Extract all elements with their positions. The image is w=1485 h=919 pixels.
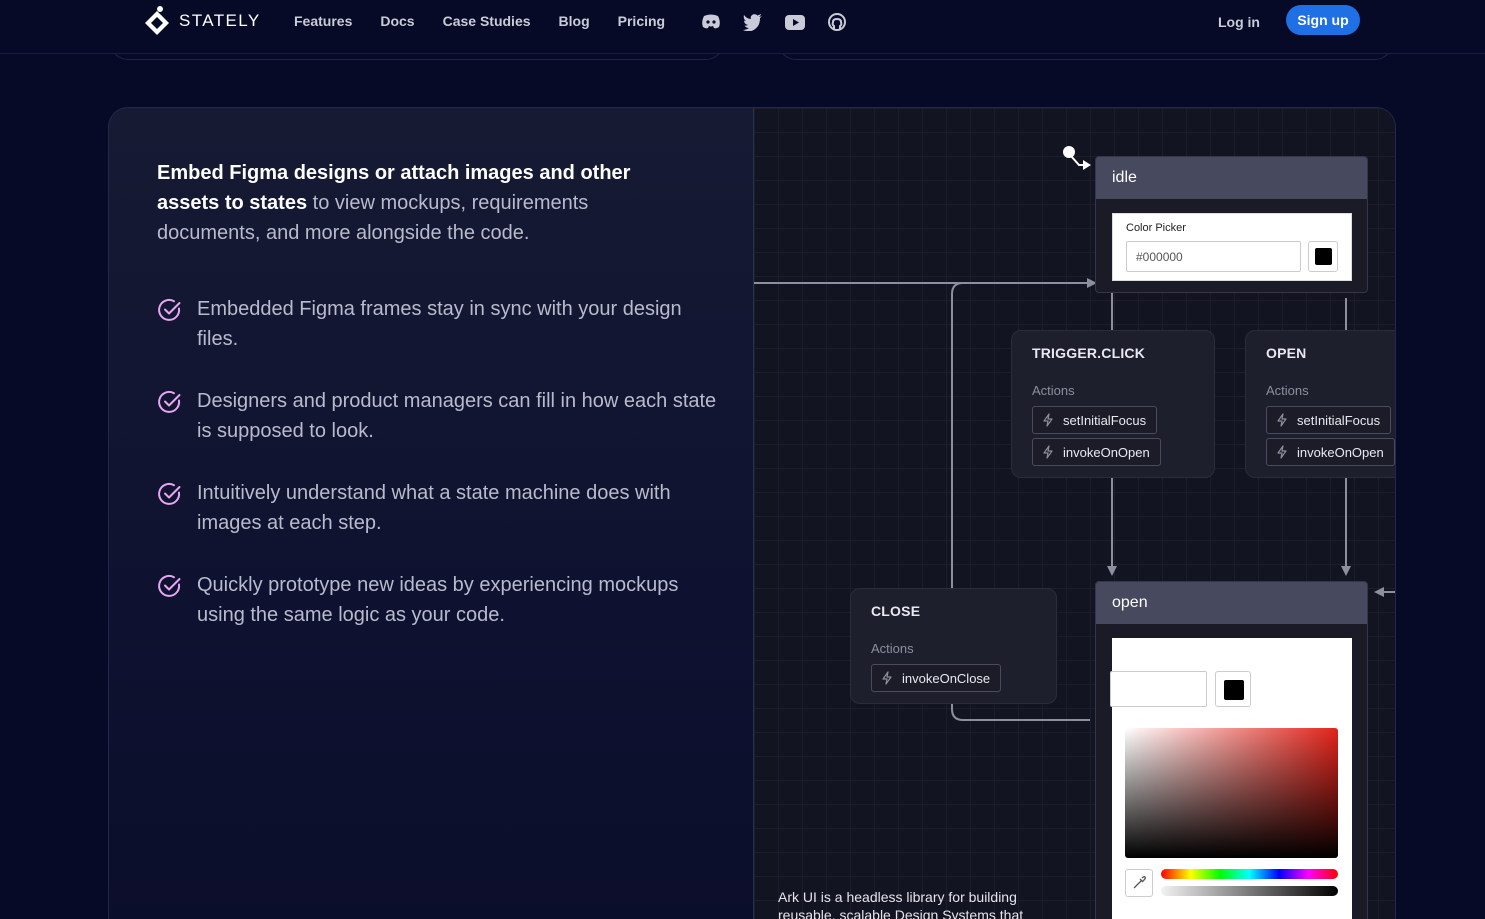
brand-name: STATELY [179,11,261,30]
state-node-open[interactable]: open [1095,581,1368,919]
action-name: setInitialFocus [1063,412,1147,428]
lightning-icon [1277,413,1287,427]
stately-logo-icon [145,6,169,35]
action-name: invokeOnClose [902,670,991,686]
state-node-idle[interactable]: idle Color Picker #000000 [1095,156,1368,293]
feature-item: Embedded Figma frames stay in sync with … [157,294,717,354]
hue-slider [1161,869,1338,879]
alpha-slider [1161,886,1338,896]
color-picker-preview: Color Picker #000000 [1112,213,1352,281]
action-chip[interactable]: invokeOnOpen [1032,438,1161,466]
twitter-icon[interactable] [742,12,764,32]
action-name: setInitialFocus [1297,412,1381,428]
nav-link-case-studies[interactable]: Case Studies [443,13,531,29]
actions-label: Actions [871,641,914,656]
color-picker-expanded [1110,638,1352,919]
feature-text: Embedded Figma frames stay in sync with … [197,298,682,350]
action-chip[interactable]: setInitialFocus [1266,406,1392,434]
feature-item: Intuitively understand what a state mach… [157,478,717,538]
feature-text-column: Embed Figma designs or attach images and… [109,108,753,919]
state-diagram-canvas[interactable]: idle Color Picker #000000 TRIGGER.CLICK … [753,108,1395,919]
github-icon[interactable] [826,12,848,32]
nav-link-pricing[interactable]: Pricing [618,13,665,29]
lightning-icon [1277,445,1287,459]
signup-button[interactable]: Sign up [1286,5,1360,35]
eyedropper-button [1125,869,1153,897]
check-circle-icon [158,390,181,413]
feature-text: Quickly prototype new ideas by experienc… [197,574,679,626]
color-picker-title: Color Picker [1126,222,1186,234]
state-name-open: open [1096,582,1367,624]
feature-panel: Embed Figma designs or attach images and… [108,107,1396,919]
actions-label: Actions [1266,383,1309,398]
feature-item: Quickly prototype new ideas by experienc… [157,570,717,630]
feature-text: Intuitively understand what a state mach… [197,482,671,534]
action-name: invokeOnOpen [1063,444,1150,460]
transition-open[interactable]: OPEN Actions setInitialFocus invokeOnOpe… [1245,330,1395,478]
check-circle-icon [158,482,181,505]
transition-title: TRIGGER.CLICK [1032,345,1146,361]
lightning-icon [1043,413,1053,427]
color-swatch [1315,248,1332,265]
lightning-icon [882,671,892,685]
eyedropper-icon [1133,876,1146,889]
top-nav: STATELY Features Docs Case Studies Blog … [0,0,1485,54]
color-swatch [1224,680,1244,700]
check-circle-icon [158,298,181,321]
diagram-description: Ark UI is a headless library for buildin… [778,889,1024,919]
color-hex-input [1110,671,1207,707]
state-name-idle: idle [1096,157,1367,199]
nav-link-blog[interactable]: Blog [559,13,590,29]
nav-link-docs[interactable]: Docs [380,13,414,29]
color-hex-input: #000000 [1126,241,1301,272]
discord-icon[interactable] [700,12,722,32]
login-link[interactable]: Log in [1218,14,1260,30]
actions-label: Actions [1032,383,1075,398]
transition-close[interactable]: CLOSE Actions invokeOnClose [850,588,1057,704]
feature-text: Designers and product managers can fill … [197,390,717,442]
saturation-area [1125,728,1338,858]
youtube-icon[interactable] [784,12,806,32]
nav-link-features[interactable]: Features [294,13,352,29]
feature-item: Designers and product managers can fill … [157,386,717,446]
transition-title: OPEN [1266,345,1307,361]
color-swatch-button [1215,671,1251,707]
check-circle-icon [158,574,181,597]
feature-list: Embedded Figma frames stay in sync with … [157,294,717,662]
action-chip[interactable]: invokeOnOpen [1266,438,1395,466]
action-chip[interactable]: setInitialFocus [1032,406,1158,434]
transition-title: CLOSE [871,603,921,619]
nav-links: Features Docs Case Studies Blog Pricing [294,13,693,29]
color-swatch-button [1308,241,1338,272]
brand-logo[interactable]: STATELY [143,5,261,37]
lightning-icon [1043,445,1053,459]
intro-paragraph: Embed Figma designs or attach images and… [157,158,677,248]
transition-trigger-click[interactable]: TRIGGER.CLICK Actions setInitialFocus in… [1011,330,1215,478]
action-chip[interactable]: invokeOnClose [871,664,1002,692]
action-name: invokeOnOpen [1297,444,1384,460]
social-icons [700,12,848,32]
